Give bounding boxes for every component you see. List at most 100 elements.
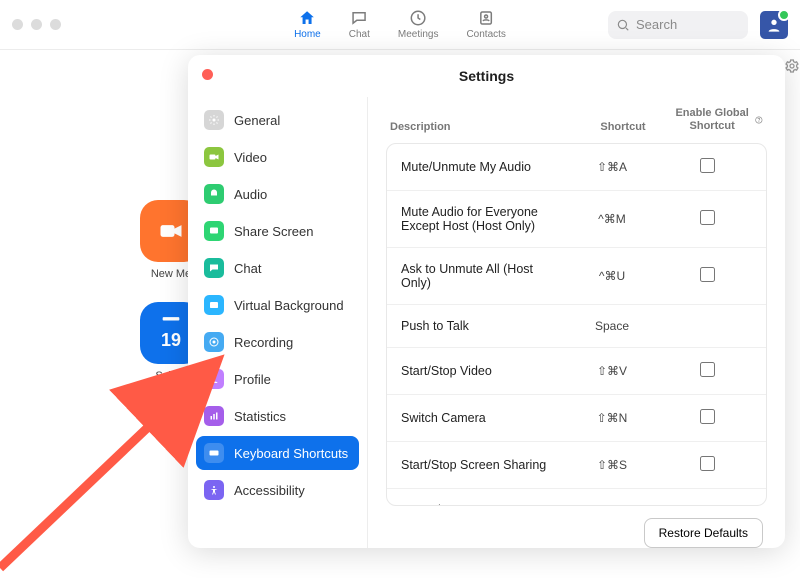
global-shortcut-checkbox[interactable] (700, 362, 715, 377)
global-shortcut-checkbox[interactable] (700, 267, 715, 282)
global-shortcut-checkbox[interactable] (700, 210, 715, 225)
shortcut-enable-cell (662, 409, 752, 427)
shortcut-keys[interactable]: ^⌘M (562, 212, 662, 226)
shortcut-enable-cell (662, 267, 752, 285)
general-icon (204, 110, 224, 130)
traffic-dot[interactable] (31, 19, 42, 30)
content-footer: Restore Defaults (386, 506, 767, 548)
sidebar-item-label: Recording (234, 335, 293, 350)
profile-icon (204, 369, 224, 389)
sidebar-item-chat[interactable]: Chat (196, 251, 359, 285)
traffic-dot[interactable] (50, 19, 61, 30)
access-icon (204, 480, 224, 500)
shortcut-row: Mute/Unmute My Audio⇧⌘A (387, 144, 766, 191)
clock-icon (409, 9, 427, 27)
col-shortcut: Shortcut (573, 121, 673, 133)
video-icon (157, 217, 185, 245)
settings-content: Description Shortcut Enable Global Short… (368, 97, 785, 548)
shortcut-row: Start/Stop Screen Sharing⇧⌘S (387, 442, 766, 489)
calendar-day: 19 (161, 330, 181, 351)
nav-label: Chat (349, 29, 370, 40)
contacts-icon (477, 9, 495, 27)
shortcut-list[interactable]: Mute/Unmute My Audio⇧⌘A Mute Audio for Ev… (386, 143, 767, 506)
sidebar-item-label: Keyboard Shortcuts (234, 446, 348, 461)
sidebar-item-profile[interactable]: Profile (196, 362, 359, 396)
sidebar-item-shortcuts[interactable]: Keyboard Shortcuts (196, 436, 359, 470)
chat-icon (350, 9, 368, 27)
sidebar-item-label: Statistics (234, 409, 286, 424)
shortcut-enable-cell (662, 210, 752, 228)
close-icon[interactable] (202, 69, 213, 80)
shortcut-enable-cell (662, 362, 752, 380)
audio-icon (204, 184, 224, 204)
sidebar-item-label: General (234, 113, 280, 128)
shortcut-description: Start/Stop Video (401, 364, 562, 378)
sidebar-item-general[interactable]: General (196, 103, 359, 137)
recording-icon (204, 332, 224, 352)
shortcut-description: Mute/Unmute My Audio (401, 160, 562, 174)
avatar[interactable] (760, 11, 788, 39)
share-icon (204, 221, 224, 241)
sidebar-item-label: Share Screen (234, 224, 314, 239)
nav-home[interactable]: Home (294, 9, 321, 40)
nav-meetings[interactable]: Meetings (398, 9, 439, 40)
shortcut-row: Start/Stop Video⇧⌘V (387, 348, 766, 395)
calendar-icon (161, 316, 181, 330)
window-traffic-lights[interactable] (12, 19, 61, 30)
sidebar-item-label: Chat (234, 261, 261, 276)
settings-modal: Settings General VideoAudio Share Screen Ch… (188, 55, 785, 548)
search-placeholder: Search (636, 17, 677, 32)
shortcuts-icon (204, 443, 224, 463)
nav-label: Home (294, 29, 321, 40)
shortcut-description: Mute Audio for Everyone Except Host (Hos… (401, 205, 562, 233)
shortcut-row: Mute Audio for Everyone Except Host (Hos… (387, 191, 766, 248)
traffic-dot[interactable] (12, 19, 23, 30)
settings-sidebar: General VideoAudio Share Screen Chat Virtual… (188, 97, 368, 548)
sidebar-item-video[interactable]: Video (196, 140, 359, 174)
stats-icon (204, 406, 224, 426)
shortcut-enable-cell (662, 158, 752, 176)
shortcut-keys[interactable]: ⇧⌘A (562, 160, 662, 174)
search-input[interactable]: Search (608, 11, 748, 39)
restore-defaults-button[interactable]: Restore Defaults (644, 518, 763, 548)
global-shortcut-checkbox[interactable] (700, 409, 715, 424)
avatar-icon (766, 17, 782, 33)
search-icon (616, 18, 630, 32)
sidebar-item-vbg[interactable]: Virtual Background (196, 288, 359, 322)
sidebar-item-share[interactable]: Share Screen (196, 214, 359, 248)
nav-label: Contacts (466, 29, 505, 40)
shortcut-description: Push to Talk (401, 319, 562, 333)
sidebar-item-audio[interactable]: Audio (196, 177, 359, 211)
shortcut-keys[interactable]: ⇧⌘N (562, 411, 662, 425)
shortcut-row: Switch Camera⇧⌘N (387, 395, 766, 442)
shortcut-keys[interactable]: ^⌘U (562, 269, 662, 283)
shortcut-description: Switch Camera (401, 411, 562, 425)
shortcut-keys[interactable]: Space (562, 319, 662, 333)
sidebar-item-label: Profile (234, 372, 271, 387)
modal-title: Settings (459, 68, 514, 84)
shortcut-keys[interactable]: ⇧⌘S (562, 458, 662, 472)
sidebar-item-label: Accessibility (234, 483, 305, 498)
nav-tabs: Home Chat Meetings Contacts (294, 9, 506, 40)
col-description: Description (390, 121, 573, 133)
global-shortcut-checkbox[interactable] (700, 456, 715, 471)
shortcut-keys[interactable]: ⇧⌘V (562, 364, 662, 378)
global-shortcut-checkbox[interactable] (700, 158, 715, 173)
sidebar-item-access[interactable]: Accessibility (196, 473, 359, 507)
chat-icon (204, 258, 224, 278)
topbar: Home Chat Meetings Contacts Search (0, 0, 800, 50)
nav-label: Meetings (398, 29, 439, 40)
nav-contacts[interactable]: Contacts (466, 9, 505, 40)
sidebar-item-stats[interactable]: Statistics (196, 399, 359, 433)
sidebar-item-recording[interactable]: Recording (196, 325, 359, 359)
nav-chat[interactable]: Chat (349, 9, 370, 40)
shortcut-row: Ask to Unmute All (Host Only)^⌘U (387, 248, 766, 305)
shortcut-enable-cell (662, 456, 752, 474)
video-icon (204, 147, 224, 167)
shortcut-description: Ask to Unmute All (Host Only) (401, 262, 562, 290)
vbg-icon (204, 295, 224, 315)
help-icon[interactable] (755, 114, 763, 126)
modal-header: Settings (188, 55, 785, 97)
gear-icon[interactable] (784, 58, 800, 77)
sidebar-item-label: Virtual Background (234, 298, 344, 313)
